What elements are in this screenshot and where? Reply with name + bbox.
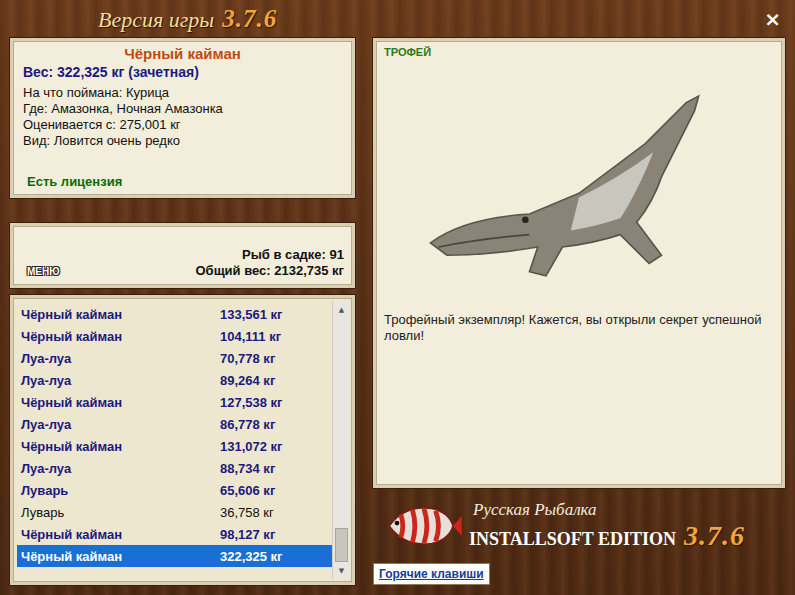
fish-row-weight: 322,325 кг: [220, 549, 283, 564]
fish-row[interactable]: Луварь36,758 кг: [17, 501, 332, 523]
fish-row-name: Чёрный кайман: [21, 307, 220, 322]
fish-row-weight: 98,127 кг: [220, 527, 275, 542]
title-version: 3.7.6: [222, 5, 277, 33]
brand-edition: INSTALLSOFT EDITION: [469, 529, 676, 550]
fish-row-name: Луа-луа: [21, 373, 220, 388]
caiman-image: [414, 66, 744, 296]
fish-row[interactable]: Луа-луа86,778 кг: [17, 413, 332, 435]
brand-edition-line: INSTALLSOFT EDITION 3.7.6: [469, 520, 745, 552]
fish-row-weight: 65,606 кг: [220, 483, 275, 498]
fish-row[interactable]: Луа-луа89,264 кг: [17, 369, 332, 391]
fish-row[interactable]: Чёрный кайман131,072 кг: [17, 435, 332, 457]
fish-row-weight: 86,778 кг: [220, 417, 275, 432]
fish-row-name: Чёрный кайман: [21, 395, 220, 410]
fish-row[interactable]: Чёрный кайман133,561 кг: [17, 303, 332, 325]
fish-row-weight: 127,538 кг: [220, 395, 283, 410]
fish-row-name: Луа-луа: [21, 351, 220, 366]
detail-line: Оценивается с: 275,001 кг: [23, 117, 342, 133]
hotkeys-button[interactable]: Горячие клавиши: [373, 563, 490, 585]
fish-row-weight: 88,734 кг: [220, 461, 275, 476]
scroll-down-button[interactable]: ▼: [333, 562, 350, 579]
fish-weight: Вес: 322,325 кг (зачетная): [23, 64, 342, 80]
fish-row-name: Луа-луа: [21, 461, 220, 476]
keepnet-stats: Рыб в садке: 91Общий вес: 2132,735 кг: [195, 247, 344, 279]
fish-row[interactable]: Чёрный кайман127,538 кг: [17, 391, 332, 413]
left-column: Чёрный кайман Вес: 322,325 кг (зачетная) Н…: [10, 38, 355, 585]
fish-row-name: Луварь: [21, 483, 220, 498]
brand-logo: Русская Рыбалка INSTALLSOFT EDITION 3.7.6: [373, 488, 785, 563]
brand-text: Русская Рыбалка INSTALLSOFT EDITION 3.7.6: [469, 500, 745, 552]
fish-row-name: Чёрный кайман: [21, 329, 220, 344]
fish-row-name: Чёрный кайман: [21, 549, 220, 564]
fish-row-name: Чёрный кайман: [21, 439, 220, 454]
fish-list: Чёрный кайман133,561 кгЧёрный кайман104,…: [17, 301, 332, 579]
fish-row[interactable]: Чёрный кайман322,325 кг: [17, 545, 332, 567]
fish-row[interactable]: Чёрный кайман98,127 кг: [17, 523, 332, 545]
fish-count: Рыб в садке: 91: [195, 247, 344, 263]
detail-line: Вид: Ловится очень редко: [23, 133, 342, 149]
title-bar: Версия игры 3.7.6 ×: [10, 0, 785, 38]
catch-info-panel: Чёрный кайман Вес: 322,325 кг (зачетная) Н…: [10, 38, 355, 198]
trophy-panel: ТРОФЕЙ Трофейный экземпляр! Кажется, вы о…: [373, 38, 785, 488]
brand-version: 3.7.6: [684, 520, 745, 552]
game-window: Версия игры 3.7.6 × Чёрный кайман Вес: 322,3…: [0, 0, 795, 595]
fish-row[interactable]: Чёрный кайман104,111 кг: [17, 325, 332, 347]
main-area: Чёрный кайман Вес: 322,325 кг (зачетная) Н…: [10, 38, 785, 585]
keepnet-panel: МЕНЮ Рыб в садке: 91Общий вес: 2132,735 к…: [10, 223, 355, 288]
total-weight: Общий вес: 2132,735 кг: [195, 263, 344, 279]
fish-row[interactable]: Луа-луа88,734 кг: [17, 457, 332, 479]
fish-list-panel: Чёрный кайман133,561 кгЧёрный кайман104,…: [10, 295, 355, 585]
scroll-track[interactable]: [333, 318, 350, 562]
scroll-thumb[interactable]: [335, 528, 348, 562]
fish-row-name: Чёрный кайман: [21, 527, 220, 542]
fish-row-weight: 89,264 кг: [220, 373, 275, 388]
fish-row-weight: 36,758 кг: [220, 505, 274, 520]
scroll-up-button[interactable]: ▲: [333, 301, 350, 318]
fish-row-name: Луварь: [21, 505, 220, 520]
window-title: Версия игры 3.7.6: [98, 5, 277, 33]
fish-row-weight: 104,111 кг: [220, 329, 281, 344]
fish-row-weight: 133,561 кг: [220, 307, 283, 322]
fish-logo-icon: [385, 499, 463, 553]
close-button[interactable]: ×: [760, 7, 785, 31]
fish-row-weight: 131,072 кг: [220, 439, 283, 454]
trophy-message: Трофейный экземпляр! Кажется, вы открыли…: [384, 312, 774, 344]
detail-line: Где: Амазонка, Ночная Амазонка: [23, 101, 342, 117]
menu-button[interactable]: МЕНЮ: [27, 266, 60, 279]
license-status: Есть лицензия: [23, 174, 342, 189]
right-column: ТРОФЕЙ Трофейный экземпляр! Кажется, вы о…: [373, 38, 785, 585]
title-text: Версия игры: [98, 7, 214, 33]
fish-row[interactable]: Луа-луа70,778 кг: [17, 347, 332, 369]
trophy-badge: ТРОФЕЙ: [384, 46, 774, 58]
brand-name: Русская Рыбалка: [469, 500, 745, 520]
scrollbar[interactable]: ▲▼: [332, 301, 350, 579]
fish-row-name: Луа-луа: [21, 417, 220, 432]
fish-row-weight: 70,778 кг: [220, 351, 275, 366]
detail-line: На что поймана: Курица: [23, 85, 342, 101]
fish-row[interactable]: Луварь65,606 кг: [17, 479, 332, 501]
fish-name: Чёрный кайман: [23, 45, 342, 62]
